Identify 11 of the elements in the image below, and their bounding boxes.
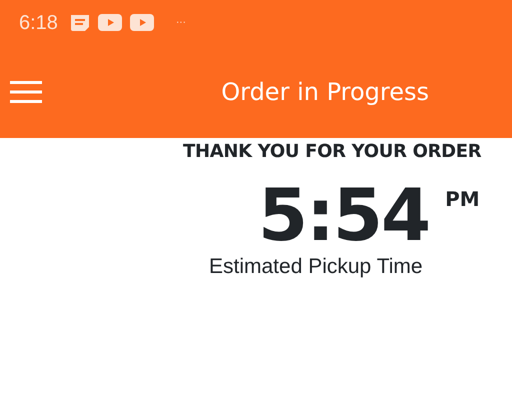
play-icon	[130, 14, 154, 31]
menu-icon[interactable]	[10, 80, 42, 102]
more-indicator: ···	[176, 16, 186, 30]
screen-title: Order in Progress	[221, 76, 429, 108]
status-time: 6:18	[19, 10, 58, 36]
notes-icon	[70, 14, 90, 32]
pickup-time: 5:54	[258, 179, 430, 251]
time-period: PM	[445, 189, 480, 209]
thank-you-heading: THANK YOU FOR YOUR ORDER	[183, 141, 482, 162]
play-icon	[98, 14, 122, 31]
pickup-caption: Estimated Pickup Time	[209, 255, 423, 278]
